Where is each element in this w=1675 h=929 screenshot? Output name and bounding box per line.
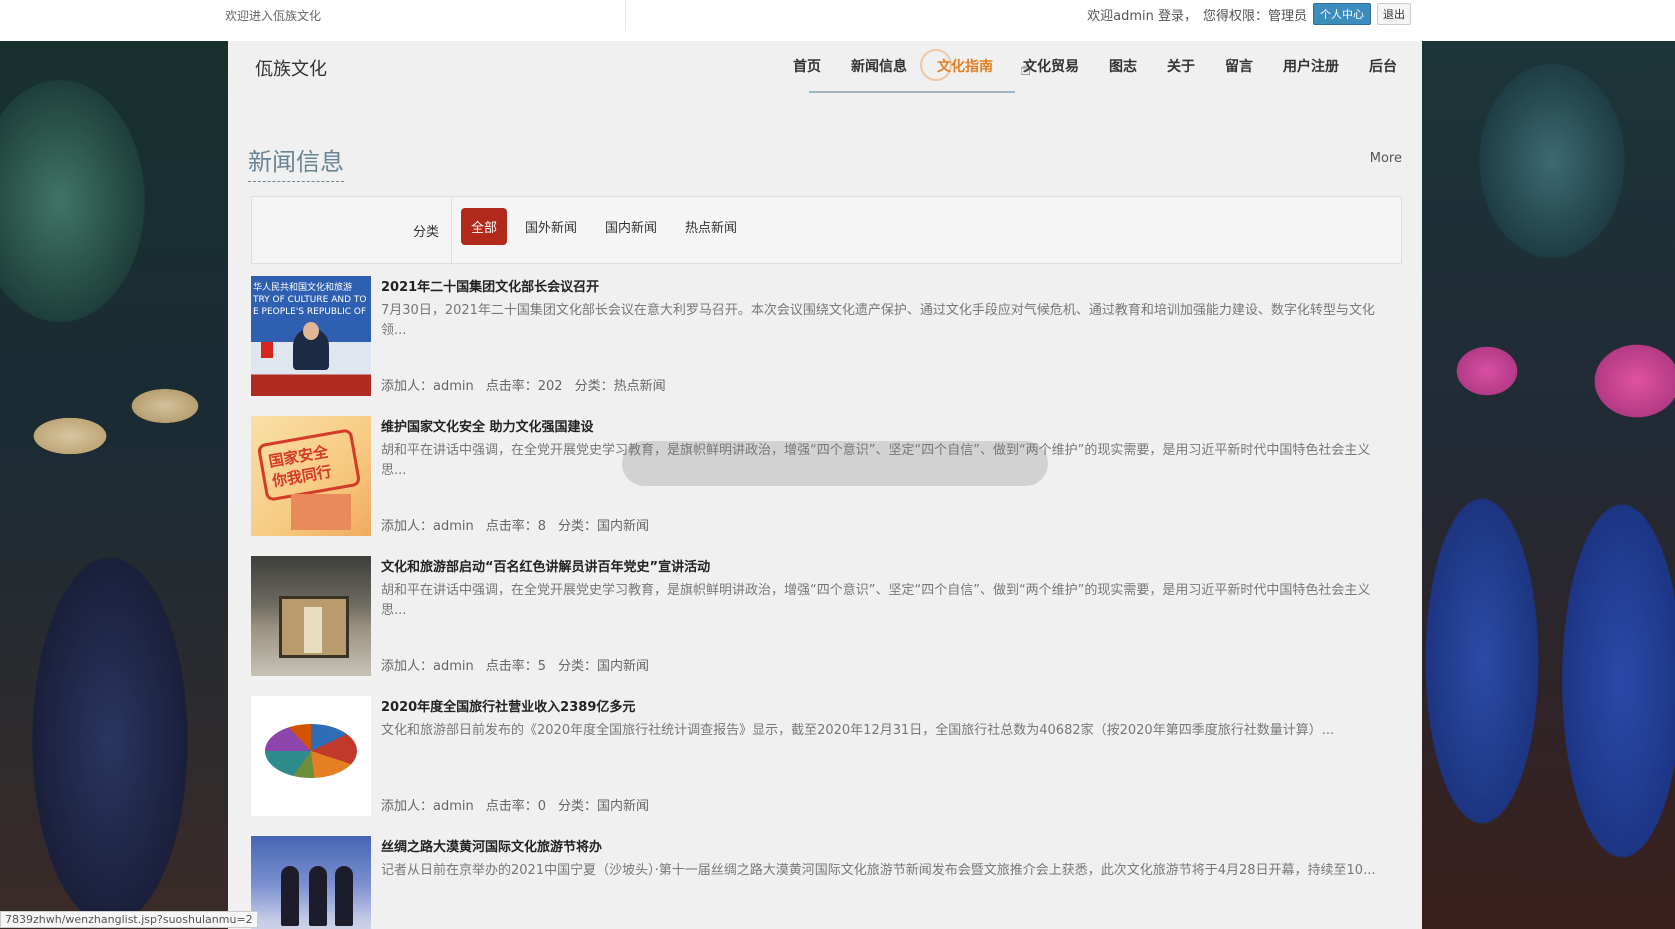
welcome-text: 欢迎进入佤族文化 [225, 9, 322, 23]
thumbnail-stamp: 国家安全 你我同行 [256, 428, 362, 502]
nav-active-underline [809, 91, 1015, 93]
news-category: 分类：国内新闻 [558, 659, 650, 674]
news-thumbnail[interactable]: 国家安全 你我同行 [251, 416, 371, 536]
background-photo-left [0, 41, 228, 929]
thumbnail-doorway [279, 596, 349, 658]
personal-center-button[interactable]: 个人中心 [1313, 3, 1371, 25]
news-clicks: 点击率：0 [485, 799, 547, 814]
news-item[interactable]: 华人民共和国文化和旅游 TRY OF CULTURE AND TO E PEOPLE… [251, 276, 1400, 396]
news-thumbnail[interactable] [251, 556, 371, 676]
news-item[interactable]: 2020年度全国旅行社营业收入2389亿多元 文化和旅游部日前发布的《2020年… [251, 696, 1400, 816]
news-category: 分类：热点新闻 [574, 379, 666, 394]
news-title[interactable]: 文化和旅游部启动“百名红色讲解员讲百年党史”宣讲活动 [381, 556, 710, 575]
nav-admin[interactable]: 后台 [1354, 55, 1412, 79]
news-clicks: 点击率：202 [485, 379, 563, 394]
filter-hot-news[interactable]: 热点新闻 [675, 209, 747, 244]
filter-label: 分类 [412, 225, 439, 240]
news-title[interactable]: 维护国家文化安全 助力文化强国建设 [381, 416, 594, 435]
nav-register[interactable]: 用户注册 [1268, 55, 1354, 79]
nav-culture-guide[interactable]: 文化指南 [920, 49, 1008, 81]
news-title[interactable]: 2021年二十国集团文化部长会议召开 [381, 276, 599, 295]
filter-domestic-news[interactable]: 国内新闻 [595, 209, 667, 244]
main-nav: 首页 新闻信息 文化指南 文化贸易 图志 关于 留言 用户注册 后台 [778, 49, 1412, 81]
news-thumbnail[interactable] [251, 696, 371, 816]
news-summary: 文化和旅游部日前发布的《2020年度全国旅行社统计调查报告》显示，截至2020年… [381, 723, 1335, 738]
top-bar: 欢迎进入佤族文化 欢迎admin 登录， 您得权限：管理员 个人中心 退出 [0, 0, 1675, 41]
thumbnail-face [303, 322, 319, 340]
more-link[interactable]: More [1370, 151, 1402, 166]
filter-foreign-news[interactable]: 国外新闻 [515, 209, 587, 244]
news-summary: 7月30日，2021年二十国集团文化部长会议在意大利罗马召开。本次会议围绕文化遗… [381, 303, 1375, 338]
news-category: 分类：国内新闻 [558, 519, 650, 534]
category-filter: 分类 全部 国外新闻 国内新闻 热点新闻 [251, 196, 1402, 264]
news-title[interactable]: 2020年度全国旅行社营业收入2389亿多元 [381, 696, 635, 715]
site-logo[interactable]: 佤族文化 [255, 55, 327, 81]
news-summary: 胡和平在讲话中强调，在全党开展党史学习教育，是旗帜鲜明讲政治，增强“四个意识”、… [381, 583, 1371, 618]
filter-options: 全部 国外新闻 国内新闻 热点新闻 [461, 208, 747, 245]
role-text: 您得权限：管理员 [1202, 8, 1307, 24]
thumbnail-flag [261, 342, 273, 358]
nav-gallery[interactable]: 图志 [1094, 55, 1152, 79]
news-author: 添加人：admin [381, 659, 474, 674]
news-author: 添加人：admin [381, 519, 474, 534]
news-category: 分类：国内新闻 [558, 799, 650, 814]
news-meta: 添加人：admin 点击率：5 分类：国内新闻 [381, 655, 649, 674]
click-ripple [920, 49, 952, 81]
thumbnail-person [309, 866, 327, 926]
mouse-cursor-icon: ☝ [1020, 59, 1031, 80]
logout-button[interactable]: 退出 [1377, 3, 1411, 25]
filter-all[interactable]: 全部 [461, 208, 508, 245]
thumbnail-person [335, 866, 353, 926]
news-author: 添加人：admin [381, 799, 474, 814]
thumbnail-caption: 华人民共和国文化和旅游 TRY OF CULTURE AND TO E PEOPLE… [253, 283, 367, 317]
nav-about[interactable]: 关于 [1152, 55, 1210, 79]
nav-home[interactable]: 首页 [778, 55, 836, 79]
filter-label-cell: 分类 [252, 197, 452, 263]
news-thumbnail[interactable]: 华人民共和国文化和旅游 TRY OF CULTURE AND TO E PEOPLE… [251, 276, 371, 396]
status-bar-url: 7839zhwh/wenzhanglist.jsp?suoshulanmu=2 [0, 911, 258, 928]
news-meta: 添加人：admin 点击率：0 分类：国内新闻 [381, 795, 649, 814]
watermark-overlay [622, 441, 1048, 486]
section-title: 新闻信息 [248, 142, 344, 182]
nav-message[interactable]: 留言 [1210, 55, 1268, 79]
user-info: 欢迎admin 登录， 您得权限：管理员 个人中心 退出 [1087, 3, 1411, 25]
news-meta: 添加人：admin 点击率：8 分类：国内新闻 [381, 515, 649, 534]
thumbnail-person [281, 866, 299, 926]
news-author: 添加人：admin [381, 379, 474, 394]
news-item[interactable]: 文化和旅游部启动“百名红色讲解员讲百年党史”宣讲活动 胡和平在讲话中强调，在全党… [251, 556, 1400, 676]
news-meta: 添加人：admin 点击率：202 分类：热点新闻 [381, 375, 666, 394]
background-photo-right [1422, 41, 1675, 929]
news-clicks: 点击率：8 [485, 519, 547, 534]
news-thumbnail[interactable] [251, 836, 371, 929]
news-item[interactable]: 丝绸之路大漠黄河国际文化旅游节将办 记者从日前在京举办的2021中国宁夏（沙坡头… [251, 836, 1400, 929]
nav-news[interactable]: 新闻信息 [836, 55, 922, 79]
user-login-text: 欢迎admin 登录， [1087, 8, 1197, 24]
news-clicks: 点击率：5 [485, 659, 547, 674]
news-title[interactable]: 丝绸之路大漠黄河国际文化旅游节将办 [381, 836, 602, 855]
news-summary: 记者从日前在京举办的2021中国宁夏（沙坡头）·第十一届丝绸之路大漠黄河国际文化… [381, 863, 1376, 878]
thumbnail-building [291, 494, 351, 530]
thumbnail-pie-chart [265, 724, 357, 778]
divider [625, 0, 626, 30]
